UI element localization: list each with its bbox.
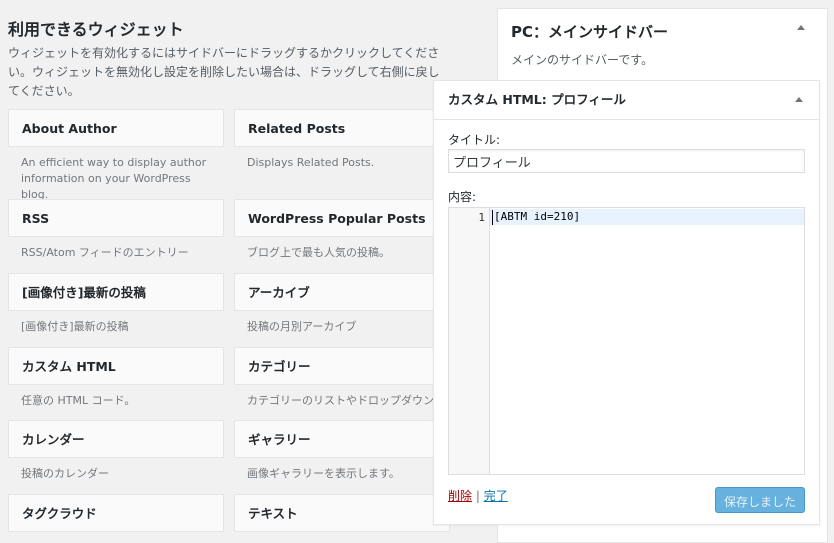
code-text[interactable]: [ABTM id=210] (494, 209, 580, 225)
widget-title[interactable]: About Author (8, 109, 224, 147)
widget-archives[interactable]: アーカイブ 投稿の月別アーカイブ (234, 273, 450, 335)
sidebar-title[interactable]: PC：メインサイドバー (511, 21, 668, 42)
widget-description: Displays Related Posts. (247, 156, 375, 169)
widget-title[interactable]: WordPress Popular Posts (234, 199, 450, 237)
widget-about-author[interactable]: About Author An efficient way to display… (8, 109, 224, 203)
done-link[interactable]: 完了 (484, 489, 508, 503)
widget-title[interactable]: テキスト (234, 494, 450, 532)
widget-title[interactable]: RSS (8, 199, 224, 237)
widget-description: 任意の HTML コード。 (21, 394, 136, 407)
widget-title[interactable]: [画像付き]最新の投稿 (8, 273, 224, 311)
widget-description: ブログ上で最も人気の投稿。 (247, 246, 390, 259)
widget-calendar[interactable]: カレンダー 投稿のカレンダー (8, 420, 224, 482)
widget-categories[interactable]: カテゴリー カテゴリーのリストやドロップダウン (234, 347, 450, 409)
widget-title[interactable]: ギャラリー (234, 420, 450, 458)
collapse-arrow-icon[interactable] (795, 97, 803, 102)
widget-description: 画像ギャラリーを表示します。 (247, 467, 400, 480)
content-label: 内容: (448, 190, 477, 204)
save-button[interactable]: 保存しました (715, 487, 805, 513)
widget-description: RSS/Atom フィードのエントリー (21, 246, 189, 259)
widget-title[interactable]: カレンダー (8, 420, 224, 458)
widget-title[interactable]: カテゴリー (234, 347, 450, 385)
action-separator: | (475, 489, 480, 503)
line-number: 1 (478, 211, 485, 224)
widget-gallery[interactable]: ギャラリー 画像ギャラリーを表示します。 (234, 420, 450, 482)
active-code-line[interactable]: [ABTM id=210] (490, 209, 804, 225)
widget-description: カテゴリーのリストやドロップダウン (247, 394, 434, 407)
widget-description: 投稿の月別アーカイブ (247, 320, 357, 333)
widget-header[interactable]: カスタム HTML: プロフィール (434, 81, 819, 120)
widget-title[interactable]: カスタム HTML (8, 347, 224, 385)
widget-actions: 削除 | 完了 (448, 487, 508, 504)
widget-tag-cloud[interactable]: タグクラウド (8, 494, 224, 532)
sidebar-description: メインのサイドバーです。 (511, 53, 654, 67)
widget-title[interactable]: アーカイブ (234, 273, 450, 311)
widget-related-posts[interactable]: Related Posts Displays Related Posts. (234, 109, 450, 171)
code-editor[interactable]: 1 [ABTM id=210] (448, 207, 805, 475)
widget-description: 投稿のカレンダー (21, 467, 109, 480)
available-widgets-title: 利用できるウィジェット (8, 20, 184, 39)
sidebar-toggle-icon[interactable] (797, 25, 805, 30)
custom-html-widget-panel: カスタム HTML: プロフィール タイトル: 内容: 1 [ABTM id=2… (433, 80, 820, 525)
line-number-gutter: 1 (449, 208, 490, 474)
title-label: タイトル: (448, 133, 501, 147)
text-cursor (492, 210, 493, 225)
widget-title[interactable]: タグクラウド (8, 494, 224, 532)
widget-wordpress-popular-posts[interactable]: WordPress Popular Posts ブログ上で最も人気の投稿。 (234, 199, 450, 261)
title-input[interactable] (448, 149, 805, 173)
available-widgets-description: ウィジェットを有効化するにはサイドバーにドラッグするかクリックしてください。ウィ… (8, 46, 440, 98)
widget-header-title: カスタム HTML: プロフィール (448, 92, 626, 107)
widget-description: [画像付き]最新の投稿 (21, 320, 129, 333)
widget-recent-posts-with-images[interactable]: [画像付き]最新の投稿 [画像付き]最新の投稿 (8, 273, 224, 335)
widget-title[interactable]: Related Posts (234, 109, 450, 147)
widget-description: An efficient way to display author infor… (21, 156, 207, 201)
widget-text[interactable]: テキスト (234, 494, 450, 532)
widget-custom-html[interactable]: カスタム HTML 任意の HTML コード。 (8, 347, 224, 409)
delete-link[interactable]: 削除 (448, 489, 472, 503)
widget-rss[interactable]: RSS RSS/Atom フィードのエントリー (8, 199, 224, 261)
